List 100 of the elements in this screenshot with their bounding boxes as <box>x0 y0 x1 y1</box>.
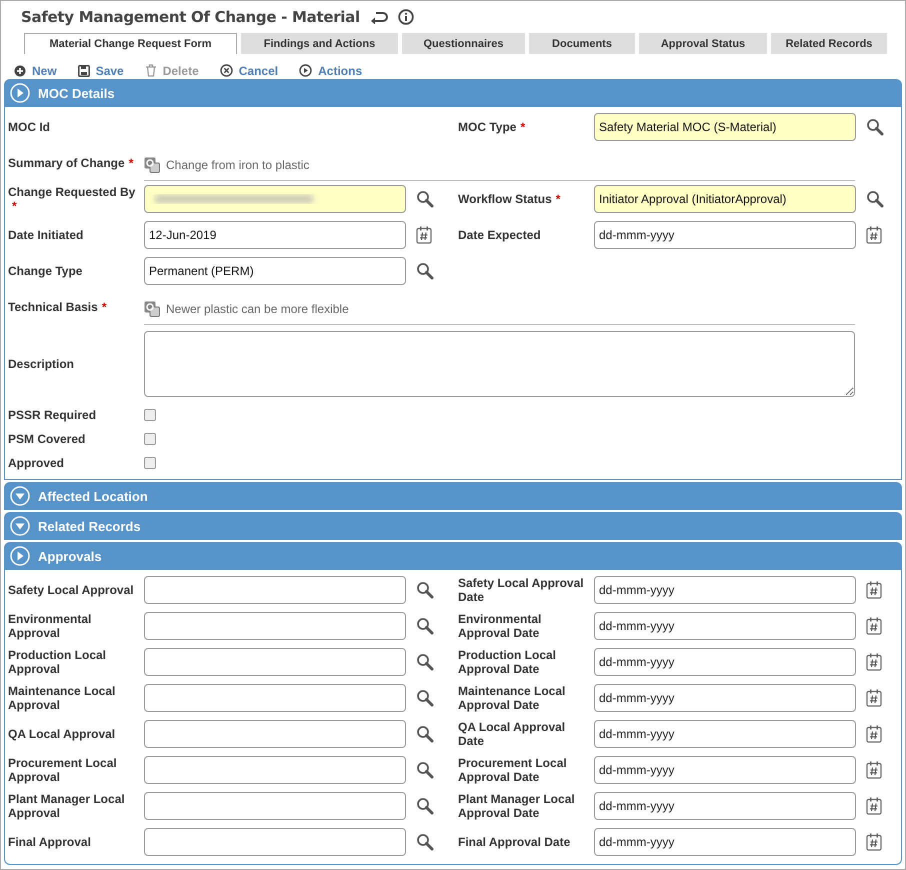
field-label: Technical Basis <box>8 300 98 314</box>
return-icon[interactable] <box>370 10 388 24</box>
field-label: Change Type <box>8 264 82 278</box>
text-area[interactable] <box>144 331 855 397</box>
search-icon[interactable] <box>416 262 434 280</box>
page-title: Safety Management Of Change - Material <box>21 8 360 26</box>
toolbar-button[interactable]: Save <box>78 62 124 79</box>
search-icon[interactable] <box>416 725 434 743</box>
input-field[interactable] <box>144 792 406 820</box>
search-icon[interactable] <box>416 689 434 707</box>
input-field[interactable]: dd-mmm-yyyy <box>594 756 856 784</box>
search-icon[interactable] <box>416 190 434 208</box>
tab[interactable]: Documents <box>529 33 635 54</box>
note-text: Newer plastic can be more flexible <box>166 302 349 316</box>
calendar-icon[interactable] <box>866 761 882 779</box>
input-field[interactable] <box>144 612 406 640</box>
input-field[interactable]: dd-mmm-yyyy <box>594 828 856 856</box>
section-title: MOC Details <box>38 86 115 100</box>
required-mark: * <box>102 300 106 314</box>
field-label: Final Approval <box>8 835 91 849</box>
tab[interactable]: Material Change Request Form <box>24 33 237 54</box>
calendar-icon[interactable] <box>866 797 882 815</box>
play-icon[interactable] <box>299 64 312 77</box>
search-icon[interactable] <box>416 797 434 815</box>
cancel-icon[interactable] <box>220 64 233 77</box>
translate-icon[interactable] <box>144 157 160 173</box>
tab[interactable]: Approval Status <box>639 33 767 54</box>
tab[interactable]: Related Records <box>771 33 887 54</box>
input-field[interactable]: dd-mmm-yyyy <box>594 576 856 604</box>
field-label: Change Requested By <box>8 185 136 199</box>
search-icon[interactable] <box>416 617 434 635</box>
required-mark: * <box>12 199 17 213</box>
field-label: PSSR Required <box>8 408 96 422</box>
calendar-icon[interactable] <box>866 653 882 671</box>
calendar-icon[interactable] <box>866 226 882 244</box>
input-field[interactable]: dd-mmm-yyyy <box>594 720 856 748</box>
calendar-icon[interactable] <box>866 725 882 743</box>
input-field[interactable] <box>144 684 406 712</box>
field-label: QA Local Approval Date <box>458 720 566 748</box>
field-label: Workflow Status <box>458 192 552 206</box>
calendar-icon[interactable] <box>866 617 882 635</box>
input-field[interactable]: Safety Material MOC (S-Material) <box>594 113 856 141</box>
field-label: Approved <box>8 456 64 470</box>
input-field[interactable]: 12-Jun-2019 <box>144 221 406 249</box>
search-icon[interactable] <box>416 653 434 671</box>
input-field[interactable] <box>144 720 406 748</box>
field-label: Maintenance Local Approval <box>8 684 116 712</box>
field-label: Date Expected <box>458 228 541 242</box>
section-title: Related Records <box>38 518 141 534</box>
field-label: PSM Covered <box>8 432 86 446</box>
field-label: Maintenance Local Approval Date <box>458 684 566 712</box>
info-icon[interactable] <box>398 9 414 25</box>
input-field[interactable]: dd-mmm-yyyy <box>594 612 856 640</box>
caret-icon[interactable] <box>10 486 30 506</box>
tab[interactable]: Questionnaires <box>402 33 525 54</box>
input-field[interactable]: dd-mmm-yyyy <box>594 648 856 676</box>
required-mark: * <box>556 192 560 206</box>
field-label: Safety Local Approval Date <box>458 576 585 604</box>
search-icon[interactable] <box>866 190 884 208</box>
checkbox[interactable] <box>144 457 156 469</box>
input-field[interactable]: dd-mmm-yyyy <box>594 221 856 249</box>
search-icon[interactable] <box>416 833 434 851</box>
tab[interactable]: Findings and Actions <box>241 33 398 54</box>
input-field[interactable] <box>144 648 406 676</box>
field-label: Procurement Local Approval Date <box>458 756 568 784</box>
field-label: Date Initiated <box>8 228 84 242</box>
field-label: Production Local Approval <box>8 648 108 676</box>
field-label: MOC Type <box>458 120 516 134</box>
field-label: Description <box>8 357 74 371</box>
toolbar-button[interactable]: Cancel <box>220 62 278 79</box>
input-field[interactable] <box>144 828 406 856</box>
input-field[interactable] <box>144 756 406 784</box>
search-icon[interactable] <box>416 581 434 599</box>
input-field[interactable]: dd-mmm-yyyy <box>594 684 856 712</box>
input-field[interactable]: dd-mmm-yyyy <box>594 792 856 820</box>
calendar-icon[interactable] <box>866 833 882 851</box>
search-icon[interactable] <box>416 761 434 779</box>
calendar-icon[interactable] <box>866 689 882 707</box>
add-icon[interactable] <box>14 64 26 76</box>
caret-icon[interactable] <box>10 516 30 536</box>
required-mark: * <box>128 156 134 170</box>
save-icon[interactable] <box>78 64 90 76</box>
calendar-icon[interactable] <box>866 581 882 599</box>
toolbar-button[interactable]: Actions <box>299 62 362 79</box>
field-label: Plant Manager Local Approval Date <box>458 792 576 820</box>
checkbox[interactable] <box>144 433 156 445</box>
input-field[interactable] <box>144 576 406 604</box>
section-title: Approvals <box>38 548 102 564</box>
field-label: Safety Local Approval <box>8 583 134 597</box>
input-field[interactable] <box>144 185 406 213</box>
checkbox[interactable] <box>144 409 156 421</box>
calendar-icon[interactable] <box>416 226 432 244</box>
toolbar-button[interactable]: New <box>14 62 57 79</box>
input-field[interactable]: Initiator Approval (InitiatorApproval) <box>594 185 856 213</box>
search-icon[interactable] <box>866 118 884 136</box>
translate-icon[interactable] <box>144 301 160 317</box>
field-label: Final Approval Date <box>458 835 570 849</box>
input-field[interactable]: Permanent (PERM) <box>144 257 406 285</box>
note-text: Change from iron to plastic <box>166 158 310 172</box>
field-label: Summary of Change <box>8 156 125 170</box>
